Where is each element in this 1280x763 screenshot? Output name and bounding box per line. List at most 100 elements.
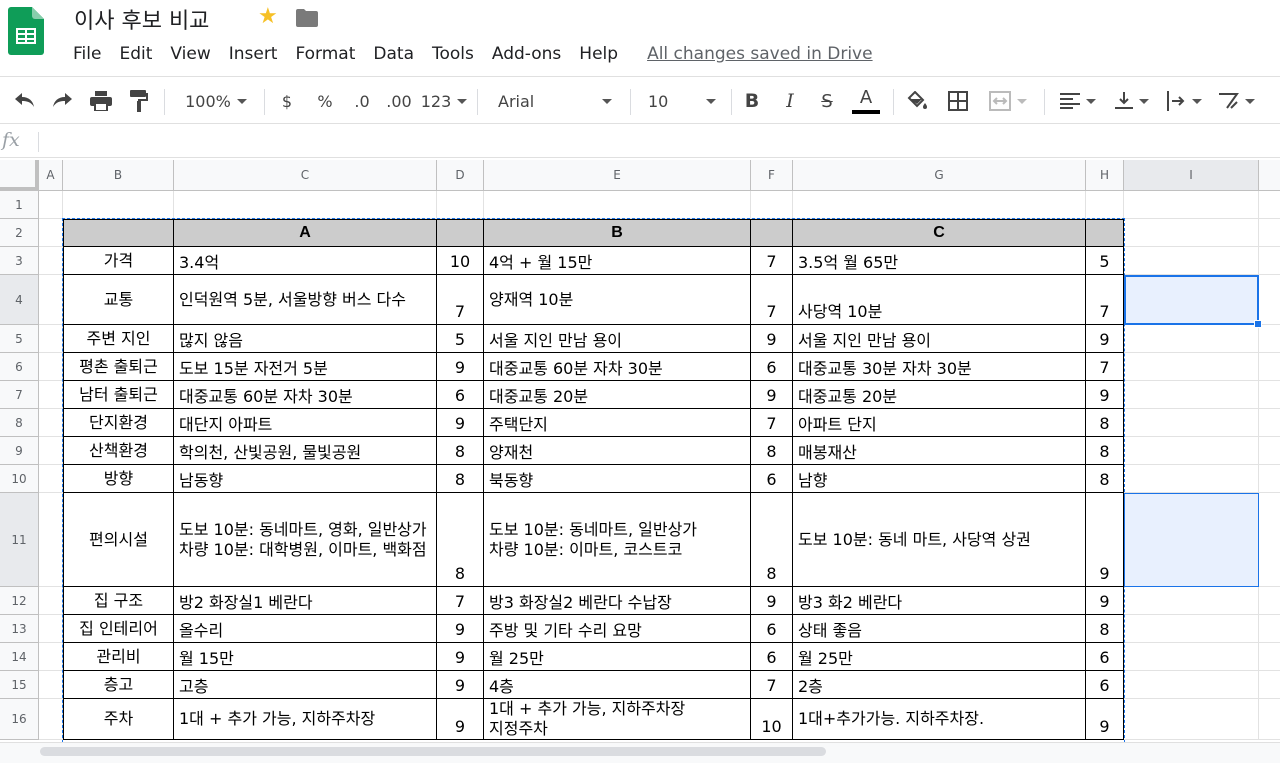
font-size-select[interactable]: 10 (642, 77, 722, 125)
row-header-7[interactable]: 7 (0, 381, 39, 409)
menu-file[interactable]: File (64, 44, 110, 64)
grid-cell[interactable] (1124, 219, 1259, 247)
grid-cell[interactable] (1124, 671, 1259, 699)
grid-cell[interactable] (1124, 643, 1259, 671)
spreadsheet-grid[interactable]: A B C D E F G H I 1 2 3 4 5 6 7 8 9 10 11 12 13 14 15 16 A B C 가격 3.4… (0, 160, 1280, 742)
grid-cell[interactable] (1259, 699, 1280, 740)
column-header-e[interactable]: E (484, 160, 751, 191)
grid-cell[interactable] (1124, 615, 1259, 643)
column-header-i[interactable]: I (1124, 160, 1259, 191)
print-icon[interactable] (86, 77, 116, 125)
column-header-d[interactable]: D (437, 160, 484, 191)
column-header-f[interactable]: F (751, 160, 793, 191)
vertical-align-icon[interactable] (1108, 77, 1156, 125)
folder-icon[interactable] (296, 9, 318, 27)
select-all-corner[interactable] (0, 160, 39, 191)
row-header-8[interactable]: 8 (0, 409, 39, 437)
grid-cell[interactable] (1259, 465, 1280, 493)
grid-cell[interactable] (39, 615, 63, 643)
scrollbar-thumb[interactable] (40, 747, 826, 756)
decrease-decimal-button[interactable]: .0 (347, 77, 377, 125)
grid-cell[interactable] (1259, 643, 1280, 671)
grid-cell[interactable] (1124, 191, 1259, 219)
column-header-a[interactable]: A (39, 160, 63, 191)
font-family-select[interactable]: Arial (490, 77, 620, 125)
row-header-5[interactable]: 5 (0, 325, 39, 353)
undo-icon[interactable] (10, 77, 40, 125)
row-header-12[interactable]: 12 (0, 587, 39, 615)
grid-cell[interactable] (39, 493, 63, 587)
row-header-1[interactable]: 1 (0, 191, 39, 219)
percent-button[interactable]: % (312, 77, 338, 125)
paint-format-icon[interactable] (124, 77, 154, 125)
redo-icon[interactable] (47, 77, 77, 125)
menu-view[interactable]: View (161, 44, 219, 64)
formula-input[interactable] (48, 132, 1268, 152)
row-header-15[interactable]: 15 (0, 671, 39, 699)
grid-cell[interactable] (1259, 191, 1280, 219)
grid-cell[interactable] (1259, 615, 1280, 643)
grid-cell[interactable] (1124, 465, 1259, 493)
grid-cell[interactable] (1259, 671, 1280, 699)
grid-cell[interactable] (1124, 587, 1259, 615)
selected-cell-i11[interactable] (1124, 493, 1259, 587)
menu-addons[interactable]: Add-ons (483, 44, 570, 64)
grid-cell[interactable] (1259, 493, 1280, 587)
grid-cell[interactable] (1124, 247, 1259, 275)
merge-cells-icon[interactable] (984, 77, 1032, 125)
grid-cell[interactable] (39, 671, 63, 699)
fill-color-icon[interactable] (903, 77, 931, 125)
text-rotation-icon[interactable] (1212, 77, 1260, 125)
row-header-6[interactable]: 6 (0, 353, 39, 381)
grid-cell[interactable] (39, 353, 63, 381)
grid-cell[interactable] (1259, 325, 1280, 353)
column-header-c[interactable]: C (174, 160, 437, 191)
star-icon[interactable]: ★ (258, 4, 278, 29)
active-cell-i4[interactable] (1124, 275, 1259, 325)
grid-cell[interactable] (39, 465, 63, 493)
bold-button[interactable]: B (740, 77, 764, 125)
text-wrapping-icon[interactable] (1160, 77, 1208, 125)
row-header-4[interactable]: 4 (0, 275, 39, 325)
sheets-logo-icon[interactable] (8, 7, 44, 55)
column-header-g[interactable]: G (793, 160, 1086, 191)
row-header-3[interactable]: 3 (0, 247, 39, 275)
grid-cell[interactable] (39, 587, 63, 615)
row-header-16[interactable]: 16 (0, 699, 39, 740)
grid-cell[interactable] (1124, 437, 1259, 465)
grid-cell[interactable] (174, 191, 437, 219)
grid-cell[interactable] (484, 191, 751, 219)
menu-insert[interactable]: Insert (220, 44, 287, 64)
menu-tools[interactable]: Tools (423, 44, 483, 64)
grid-cell[interactable] (39, 699, 63, 740)
grid-cell[interactable] (1124, 409, 1259, 437)
fill-handle[interactable] (1254, 320, 1262, 328)
row-header-11[interactable]: 11 (0, 493, 39, 587)
grid-cell[interactable] (1259, 409, 1280, 437)
grid-cell[interactable] (39, 191, 63, 219)
horizontal-scrollbar[interactable] (0, 742, 1280, 763)
currency-button[interactable]: $ (274, 77, 300, 125)
menu-data[interactable]: Data (364, 44, 423, 64)
grid-cell[interactable] (793, 191, 1086, 219)
document-title[interactable]: 이사 후보 비교 (74, 3, 209, 35)
grid-cell[interactable] (1259, 247, 1280, 275)
increase-decimal-button[interactable]: .00 (384, 77, 414, 125)
grid-cell[interactable] (39, 643, 63, 671)
grid-cell[interactable] (39, 409, 63, 437)
grid-cell[interactable] (1124, 325, 1259, 353)
strikethrough-button[interactable]: S (815, 77, 839, 125)
grid-cell[interactable] (1259, 587, 1280, 615)
borders-icon[interactable] (944, 77, 972, 125)
grid-cell[interactable] (1124, 699, 1259, 740)
row-header-13[interactable]: 13 (0, 615, 39, 643)
menu-edit[interactable]: Edit (110, 44, 161, 64)
grid-cell[interactable] (1086, 191, 1124, 219)
grid-cell[interactable] (63, 191, 174, 219)
row-header-10[interactable]: 10 (0, 465, 39, 493)
column-header-h[interactable]: H (1086, 160, 1124, 191)
grid-cell[interactable] (39, 325, 63, 353)
italic-button[interactable]: I (778, 77, 802, 125)
save-status-link[interactable]: All changes saved in Drive (647, 44, 873, 64)
menu-help[interactable]: Help (570, 44, 627, 64)
